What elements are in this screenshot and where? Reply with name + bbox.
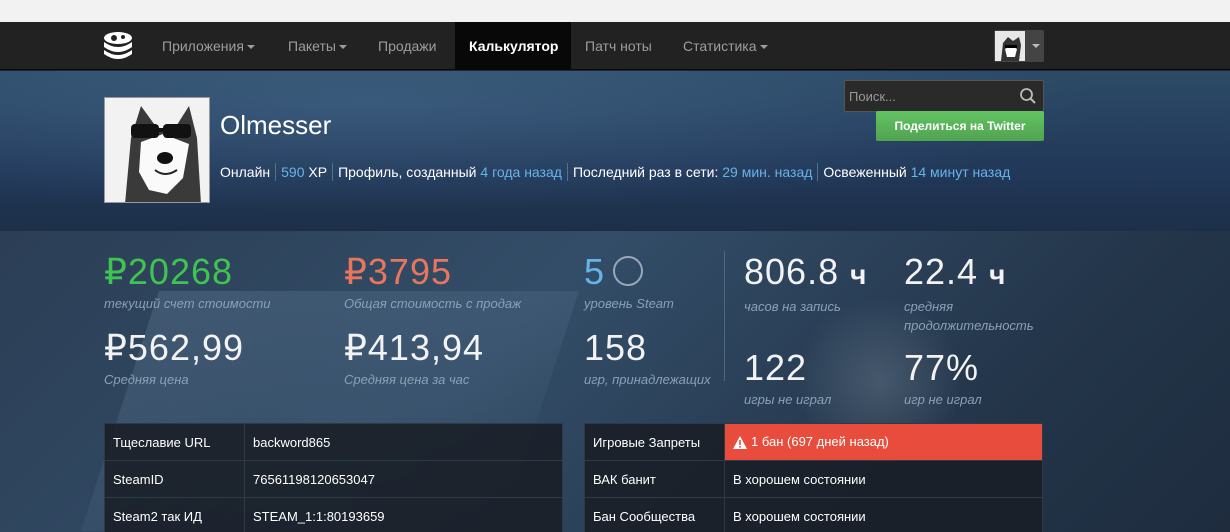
user-menu[interactable] [994,30,1044,62]
stat-account-value: ₽20268 текущий счет стоимости [104,254,271,313]
table-key: ВАК банит [584,460,725,498]
avg-price-value: ₽562,99 [104,327,245,368]
nav-packages-label: Пакеты [288,38,336,54]
avg-price-hour-value: ₽413,94 [344,327,485,368]
table-key: SteamID [104,460,245,498]
chevron-down-icon [338,45,347,50]
chevron-down-icon [246,45,255,50]
sale-value: ₽3795 [344,251,452,292]
table-value[interactable]: 76561198120653047 [244,460,563,498]
level-value: 5 [584,251,606,292]
table-row: SteamID 76561198120653047 [104,460,563,498]
stat-not-played-pct: 77% игр не играл [904,350,982,409]
table-row: ВАК банит В хорошем состоянии [584,460,1043,498]
level-badge-icon [613,256,644,287]
stat-avg-price: ₽562,99 Средняя цена [104,330,244,389]
nav-patchnotes[interactable]: Патч ноты [571,22,666,70]
level-label: уровень Steam [584,296,674,311]
table-value[interactable]: backword865 [244,423,563,461]
chevron-down-icon [1032,44,1040,48]
games-owned-value: 158 [584,327,648,368]
table-value[interactable]: STEAM_1:1:80193659 [244,497,563,532]
stats-divider [724,251,725,381]
online-status: Онлайн [220,164,271,180]
stat-games-owned: 158 игр, принадлежащих [584,330,711,389]
xp-value[interactable]: 590 [281,164,304,180]
table-row: Бан Сообщества В хорошем состоянии [584,497,1043,532]
stat-avg-duration: 22.4 ч средняя продолжительность [904,254,1054,335]
steamdb-logo-icon[interactable] [102,30,134,62]
nav-sales-label: Продажи [378,38,437,54]
nav-patchnotes-label: Патч ноты [585,38,652,54]
avg-price-hour-label: Средняя цена за час [344,372,470,387]
divider [332,163,334,181]
created-label: Профиль, созданный [338,164,477,180]
stat-hours: 806.8 ч часов на запись [744,254,867,316]
nav-statistics-label: Статистика [683,38,757,54]
table-row: Игровые Запреты 1 бан (697 дней назад) [584,423,1043,461]
account-value-label: текущий счет стоимости [104,296,271,311]
xp-unit: XP [308,164,328,180]
nav-apps[interactable]: Приложения [148,22,269,70]
divider [566,163,568,181]
last-online-value[interactable]: 29 мин. назад [722,164,812,180]
games-owned-label: игр, принадлежащих [584,372,711,387]
hours-value: 806.8 [744,251,840,292]
hours-unit: ч [850,259,868,290]
created-value[interactable]: 4 года назад [480,164,562,180]
not-played-pct-label: игр не играл [904,392,982,407]
search-icon[interactable] [1019,87,1037,105]
game-ban-cell: 1 бан (697 дней назад) [724,423,1043,461]
divider [275,163,277,181]
avg-duration-value: 22.4 [904,251,979,292]
table-key: Бан Сообщества [584,497,725,532]
chevron-down-icon [759,45,768,50]
table-row: Тщеславие URL backword865 [104,423,563,461]
stat-level: 5 уровень Steam [584,254,674,313]
avg-duration-unit: ч [989,259,1007,290]
stat-not-played: 122 игры не играл [744,350,831,409]
account-value: ₽20268 [104,251,234,292]
husky-avatar-icon [995,31,1025,61]
table-key: Steam2 так ИД [104,497,245,532]
nav-sales[interactable]: Продажи [364,22,450,70]
nav-apps-label: Приложения [162,38,244,54]
not-played-pct-value: 77% [904,347,980,388]
table-key: Игровые Запреты [584,423,725,461]
not-played-label: игры не играл [744,392,832,407]
sale-value-label: Общая стоимость с продаж [344,296,522,311]
refreshed-value[interactable]: 14 минут назад [911,164,1011,180]
avg-price-label: Средняя цена [104,372,189,387]
not-played-value: 122 [744,347,808,388]
warning-icon [733,435,747,449]
avatar [995,31,1025,61]
last-online-label: Последний раз в сети: [572,164,719,180]
table-value: В хорошем состоянии [724,497,1043,532]
top-navbar: Приложения Пакеты Продажи Калькулятор Па… [0,22,1230,70]
bans-table: Игровые Запреты 1 бан (697 дней назад) В… [584,423,1043,532]
ids-table: Тщеславие URL backword865 SteamID 765611… [104,423,563,532]
profile-name: Olmesser [220,110,332,140]
profile-meta: Онлайн 590 XP Профиль, созданный 4 года … [220,163,1010,181]
nav-statistics[interactable]: Статистика [669,22,782,70]
search-input[interactable] [845,81,1015,111]
game-ban-value: 1 бан (697 дней назад) [751,434,889,450]
search-box [844,80,1044,112]
refreshed-label: Освеженный [823,164,907,180]
table-row: Steam2 так ИД STEAM_1:1:80193659 [104,497,563,532]
divider [817,163,819,181]
share-twitter-button[interactable]: Поделиться на Twitter [876,111,1044,141]
profile-avatar [104,97,210,203]
avg-duration-label: средняя продолжительность [904,299,1034,333]
hours-label: часов на запись [744,299,841,314]
browser-top-strip [0,0,1230,22]
nav-calculator-label: Калькулятор [469,38,559,54]
stat-sale-value: ₽3795 Общая стоимость с продаж [344,254,521,313]
table-value: В хорошем состоянии [724,460,1043,498]
husky-sunglasses-icon [105,98,209,202]
table-key: Тщеславие URL [104,423,245,461]
stat-avg-price-hour: ₽413,94 Средняя цена за час [344,330,484,389]
nav-calculator[interactable]: Калькулятор [455,22,571,70]
nav-packages[interactable]: Пакеты [274,22,361,70]
